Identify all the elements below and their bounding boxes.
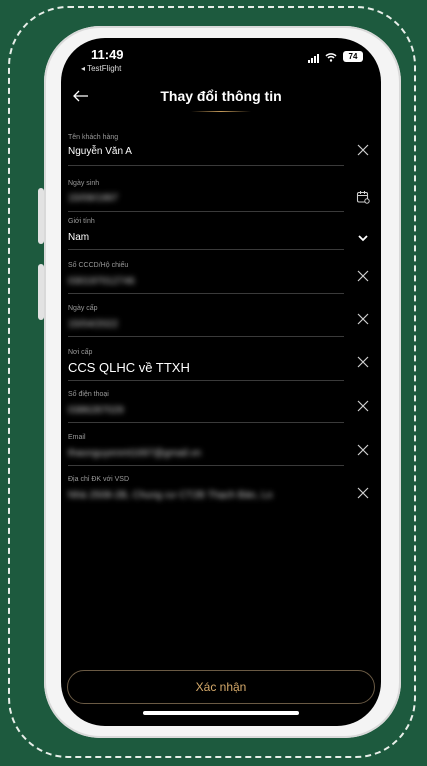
- notch: [147, 38, 297, 68]
- clear-icon[interactable]: [356, 312, 370, 326]
- app-screen: 11:49 ◂ TestFlight 74 Thay đổi thông tin…: [61, 38, 381, 726]
- field-underline: [68, 249, 344, 250]
- vsd-address-value[interactable]: Nhà 2508-2B, Chung cư CT2B Thạch Bàn, Lo: [68, 490, 272, 501]
- calendar-icon[interactable]: [356, 190, 370, 204]
- email-field[interactable]: Email thaonguyenmt1697@gmail.vn: [68, 434, 374, 468]
- header: Thay đổi thông tin: [61, 84, 381, 120]
- field-label: Ngày sinh: [68, 180, 100, 187]
- phone-number-value[interactable]: 0386287029: [68, 405, 124, 416]
- clear-icon[interactable]: [356, 399, 370, 413]
- field-label: Tên khách hàng: [68, 134, 119, 141]
- clear-icon[interactable]: [356, 355, 370, 369]
- gender-value[interactable]: Nam: [68, 232, 89, 243]
- birth-date-value[interactable]: 15/09/1997: [68, 193, 118, 204]
- phone-number-field[interactable]: Số điện thoại 0386287029: [68, 391, 374, 425]
- issue-date-field[interactable]: Ngày cấp 15/04/2022: [68, 305, 374, 339]
- id-number-field[interactable]: Số CCCD/Hộ chiếu 030197012746: [68, 262, 374, 296]
- issue-date-value[interactable]: 15/04/2022: [68, 319, 118, 330]
- phone-volume-up: [38, 188, 44, 244]
- field-label: Số CCCD/Hộ chiếu: [68, 262, 129, 269]
- field-underline: [68, 211, 344, 212]
- id-number-value[interactable]: 030197012746: [68, 276, 135, 287]
- field-label: Ngày cấp: [68, 305, 98, 312]
- battery-level: 74: [348, 52, 358, 61]
- confirm-button[interactable]: Xác nhận: [67, 670, 375, 704]
- vsd-address-field[interactable]: Địa chỉ ĐK với VSD Nhà 2508-2B, Chung cư…: [68, 476, 374, 510]
- clear-icon[interactable]: [356, 143, 370, 157]
- issue-place-value[interactable]: CCS QLHC về TTXH: [68, 360, 190, 375]
- home-indicator[interactable]: [143, 711, 299, 715]
- birth-date-field[interactable]: Ngày sinh 15/09/1997: [68, 180, 374, 214]
- customer-name-field[interactable]: Tên khách hàng Nguyễn Văn A: [68, 134, 374, 168]
- page-title: Thay đổi thông tin: [160, 88, 282, 104]
- wifi-icon: [325, 53, 337, 62]
- field-label: Địa chỉ ĐK với VSD: [68, 476, 129, 483]
- back-to-testflight-link[interactable]: ◂ TestFlight: [81, 64, 121, 73]
- confirm-button-label: Xác nhận: [195, 680, 247, 694]
- field-underline: [68, 165, 344, 166]
- field-label: Giới tính: [68, 218, 95, 225]
- field-label: Email: [68, 434, 86, 441]
- field-underline: [68, 380, 344, 381]
- field-label: Số điện thoại: [68, 391, 109, 398]
- gender-field[interactable]: Giới tính Nam: [68, 218, 374, 252]
- status-time: 11:49: [91, 47, 124, 62]
- email-value[interactable]: thaonguyenmt1697@gmail.vn: [68, 448, 201, 459]
- customer-name-value[interactable]: Nguyễn Văn A: [68, 146, 132, 157]
- signal-icon: [308, 54, 319, 63]
- field-underline: [68, 336, 344, 337]
- title-underline: [191, 111, 251, 112]
- battery-icon: 74: [343, 51, 363, 62]
- clear-icon[interactable]: [356, 443, 370, 457]
- chevron-down-icon[interactable]: [356, 231, 370, 245]
- issue-place-field[interactable]: Nơi cấp CCS QLHC về TTXH: [68, 349, 374, 383]
- field-underline: [68, 465, 344, 466]
- field-label: Nơi cấp: [68, 349, 93, 356]
- clear-icon[interactable]: [356, 486, 370, 500]
- field-underline: [68, 293, 344, 294]
- field-underline: [68, 422, 344, 423]
- clear-icon[interactable]: [356, 269, 370, 283]
- phone-volume-down: [38, 264, 44, 320]
